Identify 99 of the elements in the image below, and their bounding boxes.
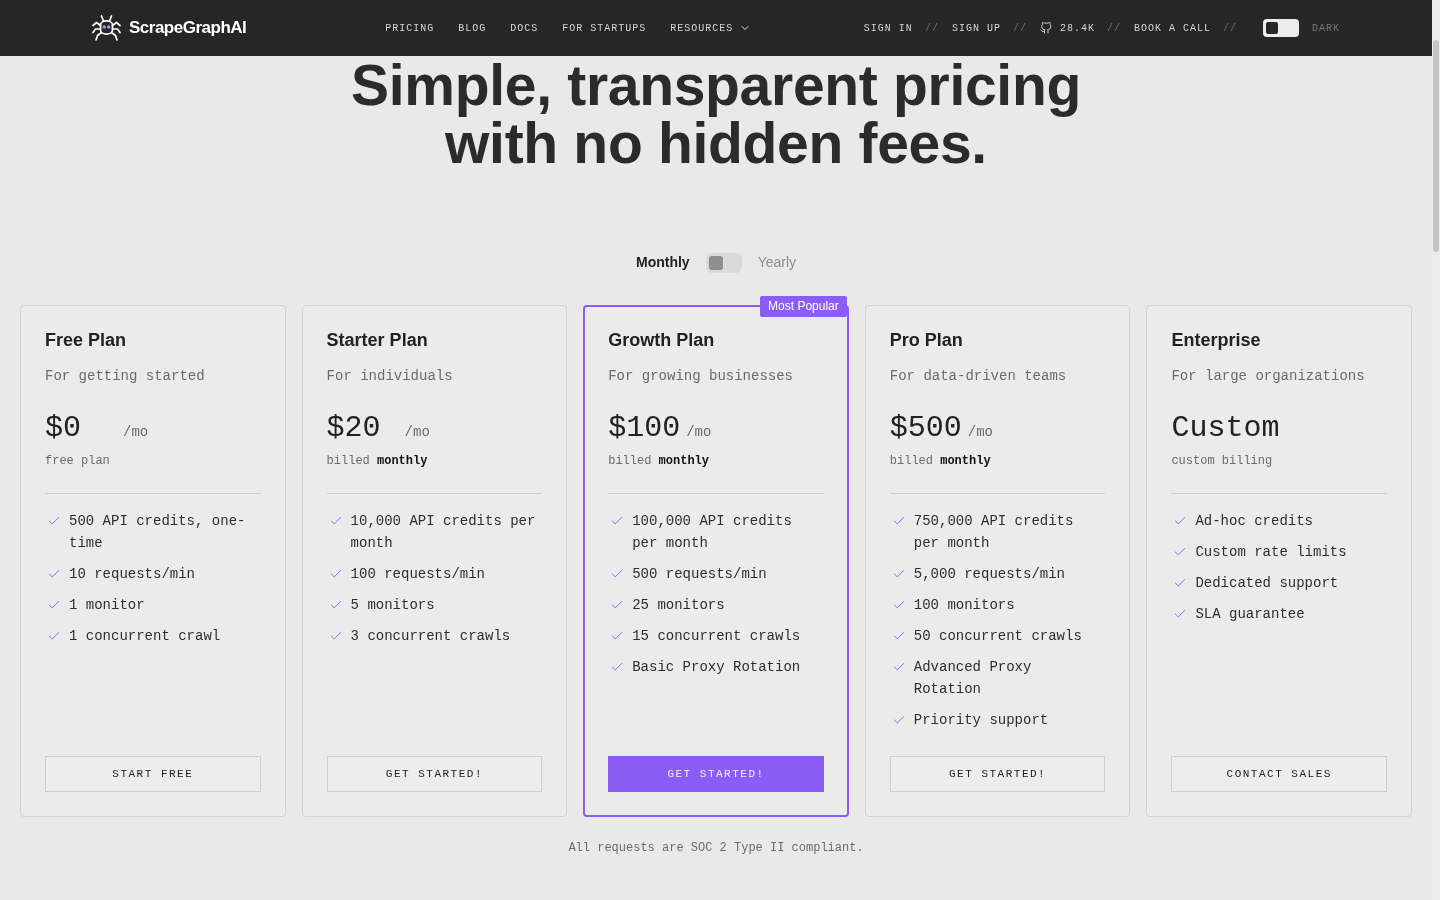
check-icon bbox=[610, 660, 625, 674]
slash-separator: // bbox=[1106, 21, 1121, 36]
nav-link[interactable]: SIGN UP bbox=[951, 20, 1001, 36]
feature-text: 50 concurrent crawls bbox=[913, 627, 1082, 646]
price-period: /mo bbox=[686, 423, 712, 442]
check-icon bbox=[328, 598, 343, 612]
feature-text: 100 requests/min bbox=[350, 565, 485, 584]
check-icon bbox=[1173, 607, 1188, 621]
billing-option[interactable]: Monthly bbox=[635, 252, 690, 273]
check-icon bbox=[610, 567, 625, 581]
plan-cta-button[interactable]: START FREE bbox=[45, 756, 261, 792]
billing-note: billed monthly bbox=[608, 453, 711, 469]
check-icon bbox=[1173, 545, 1188, 559]
plan-tagline: For large organizations bbox=[1171, 367, 1366, 386]
check-icon bbox=[610, 629, 625, 643]
theme-switch[interactable] bbox=[1263, 19, 1299, 37]
check-icon bbox=[891, 660, 906, 674]
check-icon bbox=[328, 514, 343, 528]
compliance-note: All requests are SOC 2 Type II compliant. bbox=[568, 840, 864, 856]
feature-text: 3 concurrent crawls bbox=[350, 627, 511, 646]
feature-text: 1 monitor bbox=[69, 596, 145, 615]
check-icon bbox=[610, 514, 625, 528]
github-icon bbox=[1039, 22, 1052, 34]
feature-text: 500 API credits, one-time bbox=[69, 512, 247, 553]
plan-cta-button[interactable]: GET STARTED! bbox=[326, 756, 543, 792]
slash-separator: // bbox=[1222, 21, 1237, 36]
brand-name[interactable]: ScrapeGraphAI bbox=[129, 15, 247, 41]
billing-note: free plan bbox=[45, 453, 111, 469]
feature-text: 5 monitors bbox=[350, 596, 435, 615]
feature-text: 10 requests/min bbox=[69, 565, 196, 584]
nav-link[interactable]: FOR STARTUPS bbox=[562, 20, 647, 36]
slash-separator: // bbox=[1012, 21, 1027, 36]
billing-note: billed monthly bbox=[889, 453, 992, 469]
price-period: /mo bbox=[404, 423, 430, 442]
nav-link[interactable]: BOOK A CALL bbox=[1133, 20, 1211, 36]
feature-text: Custom rate limits bbox=[1195, 543, 1347, 562]
check-icon bbox=[1173, 576, 1188, 590]
check-icon bbox=[891, 629, 906, 643]
check-icon bbox=[47, 598, 61, 612]
check-icon bbox=[891, 514, 906, 528]
plan-cta-button[interactable]: GET STARTED! bbox=[889, 756, 1106, 792]
check-icon bbox=[1173, 514, 1188, 528]
scrollbar-thumb[interactable] bbox=[1433, 40, 1439, 252]
github-stars-link[interactable]: 28.4K bbox=[1039, 20, 1095, 36]
plan-price: Custom bbox=[1171, 410, 1280, 447]
check-icon bbox=[891, 598, 906, 612]
plan-name: Enterprise bbox=[1171, 329, 1262, 352]
check-icon bbox=[328, 629, 343, 643]
theme-label: DARK bbox=[1312, 21, 1340, 36]
feature-text: 1 concurrent crawl bbox=[69, 627, 221, 646]
feature-text: Advanced Proxy Rotation bbox=[913, 658, 1033, 699]
check-icon bbox=[47, 567, 61, 581]
feature-text: 100 monitors bbox=[913, 596, 1015, 615]
plan-cta-button[interactable]: GET STARTED! bbox=[608, 756, 824, 792]
feature-text: 100,000 API credits per month bbox=[632, 512, 793, 553]
check-icon bbox=[610, 598, 625, 612]
plan-name: Growth Plan bbox=[608, 329, 716, 352]
popular-badge: Most Popular bbox=[760, 296, 847, 317]
feature-text: 750,000 API credits per month bbox=[913, 512, 1075, 553]
plan-price: $0 bbox=[45, 410, 82, 447]
plan-name: Starter Plan bbox=[326, 329, 429, 352]
nav-link[interactable]: PRICING bbox=[385, 20, 435, 36]
check-icon bbox=[891, 567, 906, 581]
feature-text: 500 requests/min bbox=[632, 565, 767, 584]
billing-note: billed monthly bbox=[326, 453, 429, 469]
nav-link[interactable]: DOCS bbox=[510, 20, 539, 36]
price-period: /mo bbox=[967, 423, 994, 442]
plan-name: Pro Plan bbox=[889, 329, 964, 352]
plan-price: $20 bbox=[326, 410, 382, 447]
page-heading: Simple, transparent pricing with no hidden fees. bbox=[350, 56, 1082, 172]
feature-text: 25 monitors bbox=[632, 596, 725, 615]
billing-switch[interactable] bbox=[705, 252, 742, 273]
nav-dropdown[interactable]: RESOURCES bbox=[670, 20, 752, 36]
billing-note: custom billing bbox=[1171, 453, 1274, 469]
check-icon bbox=[47, 629, 61, 643]
spider-logo-icon bbox=[92, 15, 121, 41]
nav-link[interactable]: SIGN IN bbox=[863, 20, 913, 36]
feature-text: 15 concurrent crawls bbox=[632, 627, 801, 646]
feature-text: Ad-hoc credits bbox=[1195, 512, 1313, 531]
plan-price: $100 bbox=[608, 410, 681, 447]
plan-tagline: For individuals bbox=[326, 367, 454, 386]
feature-text: Priority support bbox=[913, 711, 1049, 730]
feature-text: Dedicated support bbox=[1195, 574, 1339, 593]
plan-price: $500 bbox=[889, 410, 962, 447]
feature-text: Basic Proxy Rotation bbox=[632, 658, 801, 677]
price-period: /mo bbox=[123, 423, 149, 442]
check-icon bbox=[328, 567, 343, 581]
feature-text: 5,000 requests/min bbox=[913, 565, 1066, 584]
nav-link[interactable]: BLOG bbox=[458, 20, 487, 36]
plan-name: Free Plan bbox=[45, 329, 128, 352]
plan-tagline: For getting started bbox=[45, 367, 206, 386]
plan-cta-button[interactable]: CONTACT SALES bbox=[1171, 756, 1387, 792]
plan-tagline: For data-driven teams bbox=[889, 367, 1068, 386]
slash-separator: // bbox=[924, 21, 939, 36]
feature-text: SLA guarantee bbox=[1195, 605, 1305, 624]
check-icon bbox=[47, 514, 61, 528]
plan-tagline: For growing businesses bbox=[608, 367, 795, 386]
feature-text: 10,000 API credits per month bbox=[350, 512, 537, 553]
check-icon bbox=[891, 713, 906, 727]
